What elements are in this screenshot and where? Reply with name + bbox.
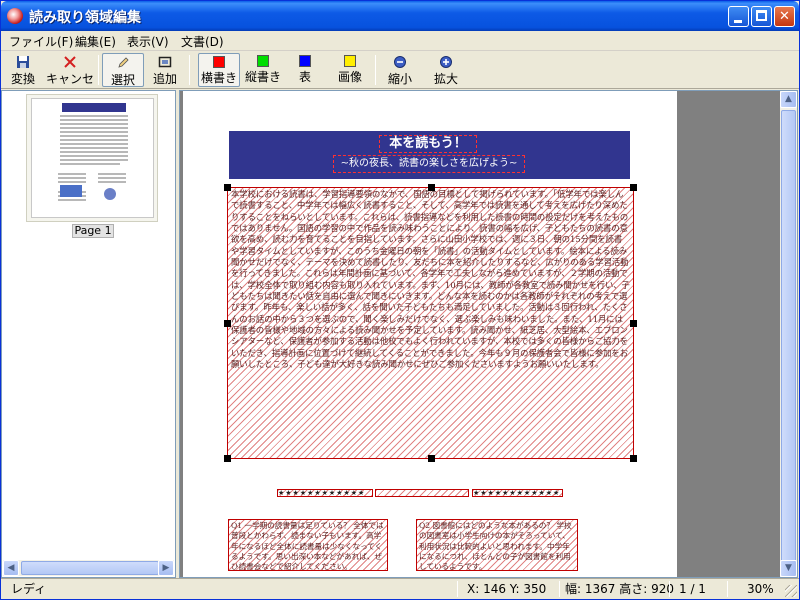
status-page: 1 / 1 [679,582,706,596]
star-decoration-region-left[interactable]: ★★★★★★★★★★★★ [277,489,373,497]
status-separator [559,581,560,597]
status-state: レディ [11,582,47,596]
vertical-label: 縦書き [244,70,281,84]
select-label: 選択 [110,73,135,87]
zoom-out-icon [394,56,406,68]
convert-label: 変換 [10,72,35,86]
pencil-icon [118,57,129,68]
green-square-icon [257,55,269,67]
toolbar-separator [98,55,99,85]
menu-view[interactable]: 表示(V) [123,33,173,50]
scroll-thumb[interactable] [781,110,796,566]
menu-edit[interactable]: 編集(E) [71,33,120,50]
app-window: 読み取り領域編集 ✕ ファイル(F) 編集(E) 表示(V) 文書(D) 変換 … [0,0,800,600]
zoom-in-icon [440,56,452,68]
scroll-right-arrow-icon[interactable]: ▶ [158,560,174,576]
qa-box-right-region[interactable]: Q2 図書館にはどのような本があるの？ 学校の図書室は小学生向けの本がそろってい… [416,519,578,571]
scroll-down-arrow-icon[interactable]: ▼ [780,560,797,577]
star-strip: ★★★★★★★★★★★★ [473,490,561,496]
document-view[interactable]: 本を読もう！ ~秋の夜長、読書の楽しさを広げよう~ 本学校における読書は、学習指… [179,90,798,578]
minimize-button[interactable] [728,6,749,27]
table-button[interactable]: 表 [292,53,318,87]
resize-handle-right[interactable] [630,320,637,327]
qa-box-right-text: Q2 図書館にはどのような本があるの？ 学校の図書室は小学生向けの本がそろってい… [419,521,572,570]
resize-handle-top[interactable] [428,184,435,191]
image-label: 画像 [337,70,362,84]
toolbar: 変換 キャンセル 選択 追加 横書き 縦書き 表 画像 [1,51,799,103]
document-subtitle-region[interactable]: ~秋の夜長、読書の楽しさを広げよう~ [333,155,525,173]
zoom-out-label: 縮小 [387,72,412,86]
body-text: 本学校における読書は、学習指導要領のなかで、国語の目標として掲げられています。「… [231,189,630,370]
menu-bar: ファイル(F) 編集(E) 表示(V) 文書(D) [1,31,799,51]
status-size: 幅: 1367 高さ: 920 [565,582,674,596]
add-frame-icon [158,56,172,68]
menu-document[interactable]: 文書(D) [177,33,228,50]
thumbnail-horizontal-scrollbar[interactable]: ◀ ▶ [3,560,174,576]
add-label: 追加 [152,72,177,86]
maximize-icon [756,10,767,21]
resize-handle-left[interactable] [224,320,231,327]
title-banner: 本を読もう！ ~秋の夜長、読書の楽しさを広げよう~ [229,131,630,179]
zoom-in-button[interactable]: 拡大 [431,53,461,87]
thumbnail-caption: Page 1 [72,224,114,238]
close-button[interactable]: ✕ [774,6,795,27]
scroll-left-arrow-icon[interactable]: ◀ [3,560,19,576]
save-disk-icon [17,56,29,68]
window-title: 読み取り領域編集 [29,10,141,26]
scroll-up-arrow-icon[interactable]: ▲ [780,91,797,108]
document-title-region[interactable]: 本を読もう！ [379,135,477,153]
star-strip: ★★★★★★★★★★★★ [278,490,366,496]
toolbar-separator [375,55,376,85]
add-button[interactable]: 追加 [147,53,183,87]
scroll-thumb[interactable] [21,561,159,575]
zoom-in-label: 拡大 [433,72,458,86]
horizontal-label: 横書き [200,71,237,85]
table-label: 表 [298,70,311,84]
maximize-button[interactable] [751,6,772,27]
vertical-text-button[interactable]: 縦書き [243,53,283,87]
cancel-x-icon [64,56,76,68]
toolbar-separator [189,55,190,85]
qa-box-left-region[interactable]: Q1 一学期の読書量は足りている？ 全体では普段とかわらず、読まない子もいます。… [228,519,388,571]
close-icon: ✕ [779,9,790,24]
qa-box-left-text: Q1 一学期の読書量は足りている？ 全体では普段とかわらず、読まない子もいます。… [231,521,384,570]
zoom-out-button[interactable]: 縮小 [385,53,415,87]
minimize-icon [734,20,742,23]
horizontal-text-button[interactable]: 横書き [198,53,240,87]
resize-handle-bottom-left[interactable] [224,455,231,462]
resize-grip-icon[interactable] [785,585,797,597]
selected-text-region[interactable]: 本学校における読書は、学習指導要領のなかで、国語の目標として掲げられています。「… [224,184,637,462]
thumbnail-page-image [31,98,154,218]
status-separator [727,581,728,597]
thumbnail-drawing [58,103,128,201]
resize-handle-bottom-right[interactable] [630,455,637,462]
status-zoom: 30% [747,582,774,596]
status-separator [669,581,670,597]
star-decoration-region-right[interactable]: ★★★★★★★★★★★★ [472,489,563,497]
document-page[interactable]: 本を読もう！ ~秋の夜長、読書の楽しさを広げよう~ 本学校における読書は、学習指… [183,91,677,577]
cancel-button[interactable]: キャンセル [45,53,95,103]
document-vertical-scrollbar[interactable]: ▲ ▼ [780,91,797,577]
title-bar[interactable]: 読み取り領域編集 ✕ [1,1,799,31]
status-bar: レディ X: 146 Y: 350 幅: 1367 高さ: 920 1 / 1 … [1,578,799,599]
blue-square-icon [299,55,311,67]
resize-handle-top-right[interactable] [630,184,637,191]
image-button[interactable]: 画像 [333,53,367,87]
red-square-icon [213,56,225,68]
app-icon[interactable] [7,8,23,24]
convert-button[interactable]: 変換 [5,53,41,87]
yellow-square-icon [344,55,356,67]
menu-file[interactable]: ファイル(F) [5,33,77,50]
star-decoration-region-middle[interactable] [375,489,469,497]
status-coordinates: X: 146 Y: 350 [467,582,547,596]
resize-handle-top-left[interactable] [224,184,231,191]
resize-handle-bottom[interactable] [428,455,435,462]
select-button[interactable]: 選択 [102,53,144,87]
page-thumbnail[interactable] [26,94,158,222]
status-separator [457,581,458,597]
thumbnail-panel: Page 1 ◀ ▶ [1,90,176,578]
